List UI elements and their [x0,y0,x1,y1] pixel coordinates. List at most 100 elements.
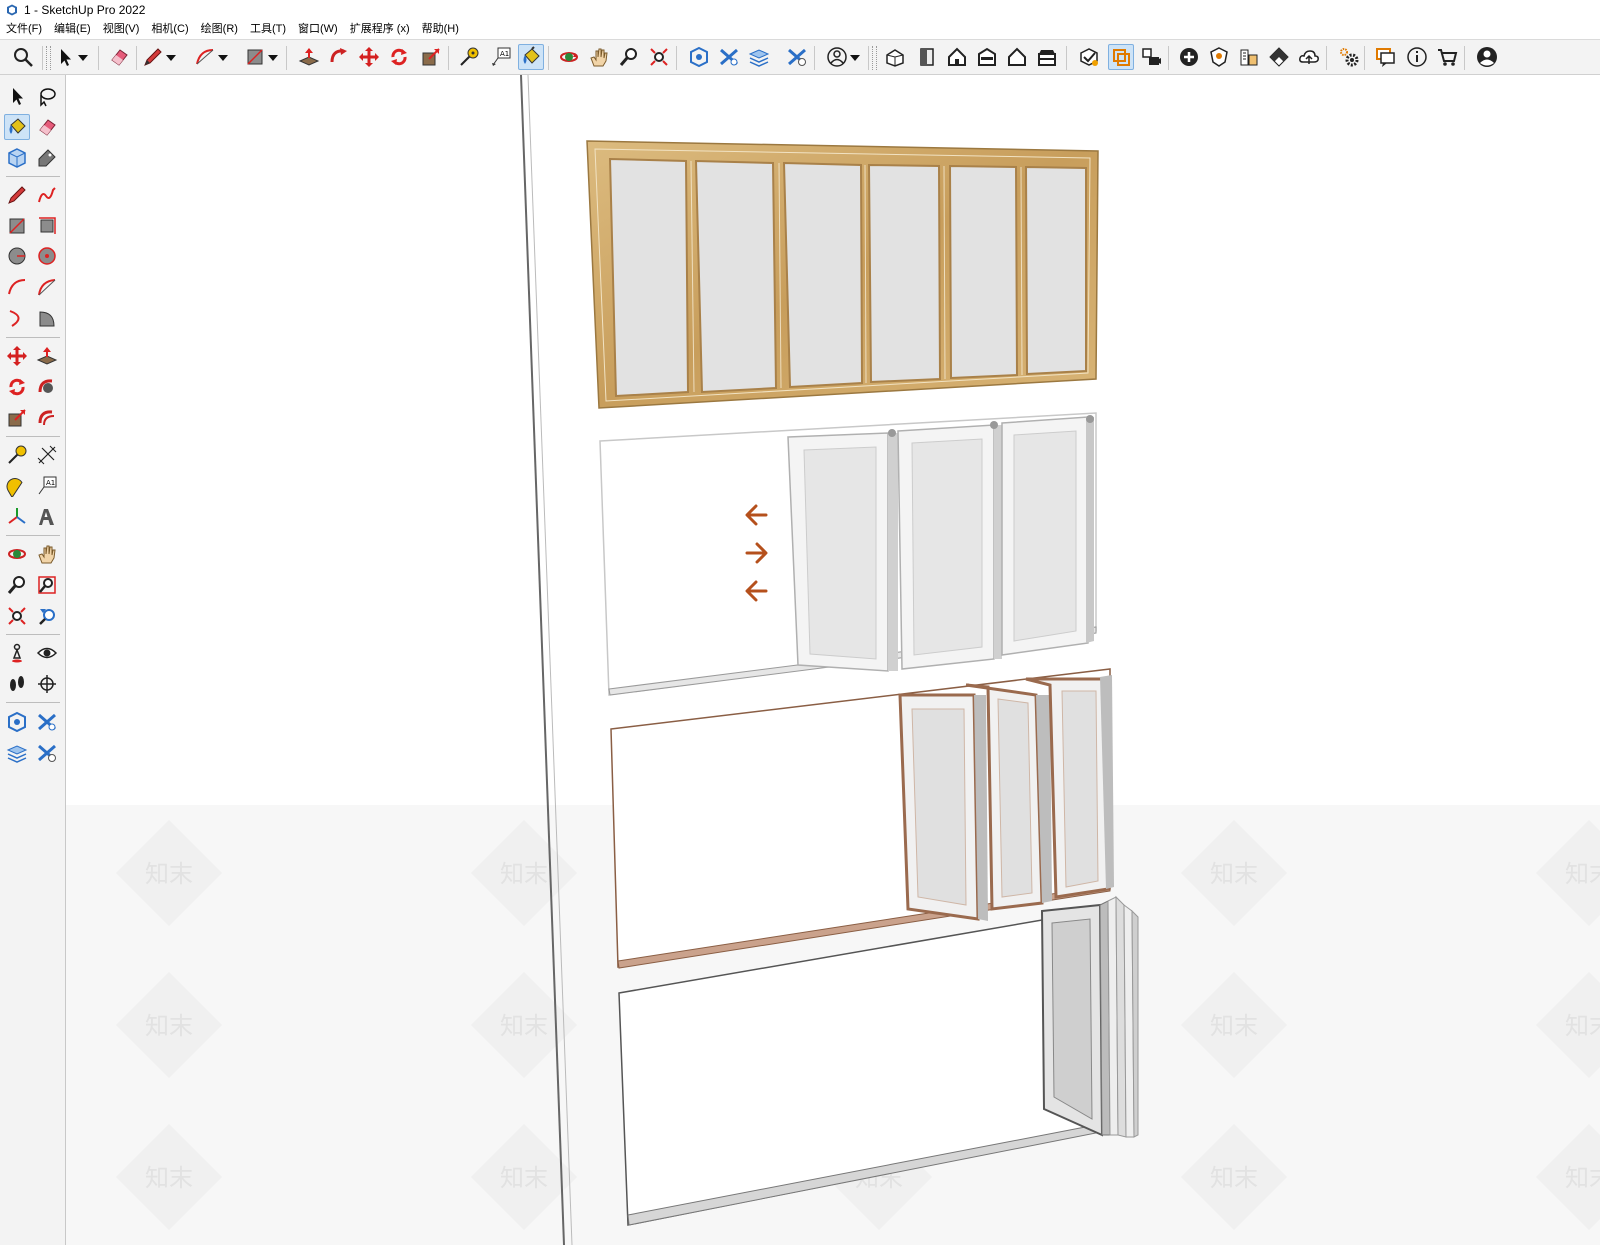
top-view-button[interactable] [914,44,940,70]
zoom-tool-button[interactable] [616,44,642,70]
lt-lasso-button[interactable] [34,83,60,109]
lt-zoom-window-button[interactable] [34,572,60,598]
lt-position-camera-button[interactable] [4,640,30,666]
menu-help[interactable]: 帮助(H) [416,20,465,39]
arc-button[interactable] [192,44,218,70]
lt-pie-button[interactable] [34,305,60,331]
account-dropdown[interactable] [848,44,862,70]
lt-look-around-button[interactable] [34,640,60,666]
lt-dimension-button[interactable] [34,442,60,468]
lt-walk-button[interactable] [4,671,30,697]
menu-tools[interactable]: 工具(T) [244,20,292,39]
back-view-button[interactable] [1004,44,1030,70]
extension-manager-button[interactable] [784,44,810,70]
lt-arc-button[interactable] [4,274,30,300]
lt-three-point-arc-button[interactable] [4,305,30,331]
right-view-button[interactable] [974,44,1000,70]
text-button[interactable]: A1 [488,44,514,70]
lt-zoom-extents-button[interactable] [4,603,30,629]
solid-tools-button[interactable] [1076,44,1102,70]
lt-section-plane-button[interactable] [34,671,60,697]
wooden-folding-door[interactable] [586,140,1099,409]
menu-view[interactable]: 视图(V) [97,20,146,39]
orbit-button[interactable] [556,44,582,70]
iso-view-button[interactable] [882,44,908,70]
scale-button[interactable] [418,44,444,70]
scene-camera-button[interactable] [1138,44,1164,70]
select-button[interactable] [52,44,78,70]
tape-measure-button[interactable] [456,44,482,70]
lt-offset-button[interactable] [34,405,60,431]
lt-rectangle-button[interactable] [4,213,30,239]
profile-button[interactable] [1474,44,1500,70]
rectangle-button[interactable] [242,44,268,70]
arc-dropdown[interactable] [216,44,230,70]
add-location-button[interactable] [1176,44,1202,70]
lt-extension-manager-button[interactable] [34,740,60,766]
menu-window[interactable]: 窗口(W) [292,20,344,39]
menu-draw[interactable]: 绘图(R) [195,20,244,39]
model-viewport[interactable]: 知末 [66,75,1600,1245]
section-plane-button[interactable] [1108,44,1134,70]
info-button[interactable] [1404,44,1430,70]
paint-bucket-button[interactable] [518,44,544,70]
push-pull-button[interactable] [296,44,322,70]
lt-follow-me-button[interactable] [34,374,60,400]
lt-select-button[interactable] [4,83,30,109]
photo-textures-button[interactable] [1236,44,1262,70]
rotate-button[interactable] [386,44,412,70]
lt-polygon-button[interactable] [34,243,60,269]
left-view-button[interactable] [1034,44,1060,70]
eraser-button[interactable] [106,44,132,70]
zoom-extents-button[interactable] [646,44,672,70]
zoom-button[interactable] [10,44,36,70]
lt-move-button[interactable] [4,343,30,369]
lt-text-button[interactable]: A1 [34,473,60,499]
layout-button[interactable] [746,44,772,70]
lt-two-point-arc-button[interactable] [34,274,60,300]
lt-protractor-button[interactable] [4,473,30,499]
line-dropdown[interactable] [164,44,178,70]
lt-zoom-button[interactable] [4,572,30,598]
lt-paint-bucket-button[interactable] [4,114,30,140]
lt-component-button[interactable] [4,145,30,171]
menu-camera[interactable]: 相机(C) [145,20,194,39]
menu-file[interactable]: 文件(F) [0,20,48,39]
messages-button[interactable] [1372,44,1398,70]
lt-line-button[interactable] [4,182,30,208]
lt-rotated-rectangle-button[interactable] [34,213,60,239]
settings-button[interactable] [1336,44,1362,70]
lt-tape-measure-button[interactable] [4,442,30,468]
rectangle-dropdown[interactable] [266,44,280,70]
menu-edit[interactable]: 编辑(E) [48,20,97,39]
menu-extensions[interactable]: 扩展程序 (x) [344,20,416,39]
lt-3d-warehouse-button[interactable] [4,709,30,735]
scene-canvas[interactable]: 知末 [66,75,1600,1245]
upload-cloud-button[interactable] [1296,44,1322,70]
lt-extension-warehouse-button[interactable] [34,709,60,735]
move-button[interactable] [356,44,382,70]
lt-3d-text-button[interactable] [34,504,60,530]
lt-orbit-button[interactable] [4,541,30,567]
extension-warehouse-button[interactable] [716,44,742,70]
white-folding-door[interactable] [599,412,1097,696]
account-button[interactable] [824,44,850,70]
lt-tag-button[interactable] [34,145,60,171]
line-button[interactable] [140,44,166,70]
lt-eraser-button[interactable] [34,114,60,140]
terrain-button[interactable] [1266,44,1292,70]
select-dropdown[interactable] [76,44,90,70]
pan-button[interactable] [586,44,612,70]
3d-warehouse-button[interactable] [686,44,712,70]
lt-circle-button[interactable] [4,243,30,269]
store-button[interactable] [1434,44,1460,70]
lt-freehand-button[interactable] [34,182,60,208]
lt-previous-view-button[interactable] [34,603,60,629]
lt-axes-button[interactable] [4,504,30,530]
lt-rotate-button[interactable] [4,374,30,400]
lt-scale-button[interactable] [4,405,30,431]
lt-pan-button[interactable] [34,541,60,567]
lt-push-pull-button[interactable] [34,343,60,369]
front-view-button[interactable] [944,44,970,70]
follow-me-button[interactable] [326,44,352,70]
